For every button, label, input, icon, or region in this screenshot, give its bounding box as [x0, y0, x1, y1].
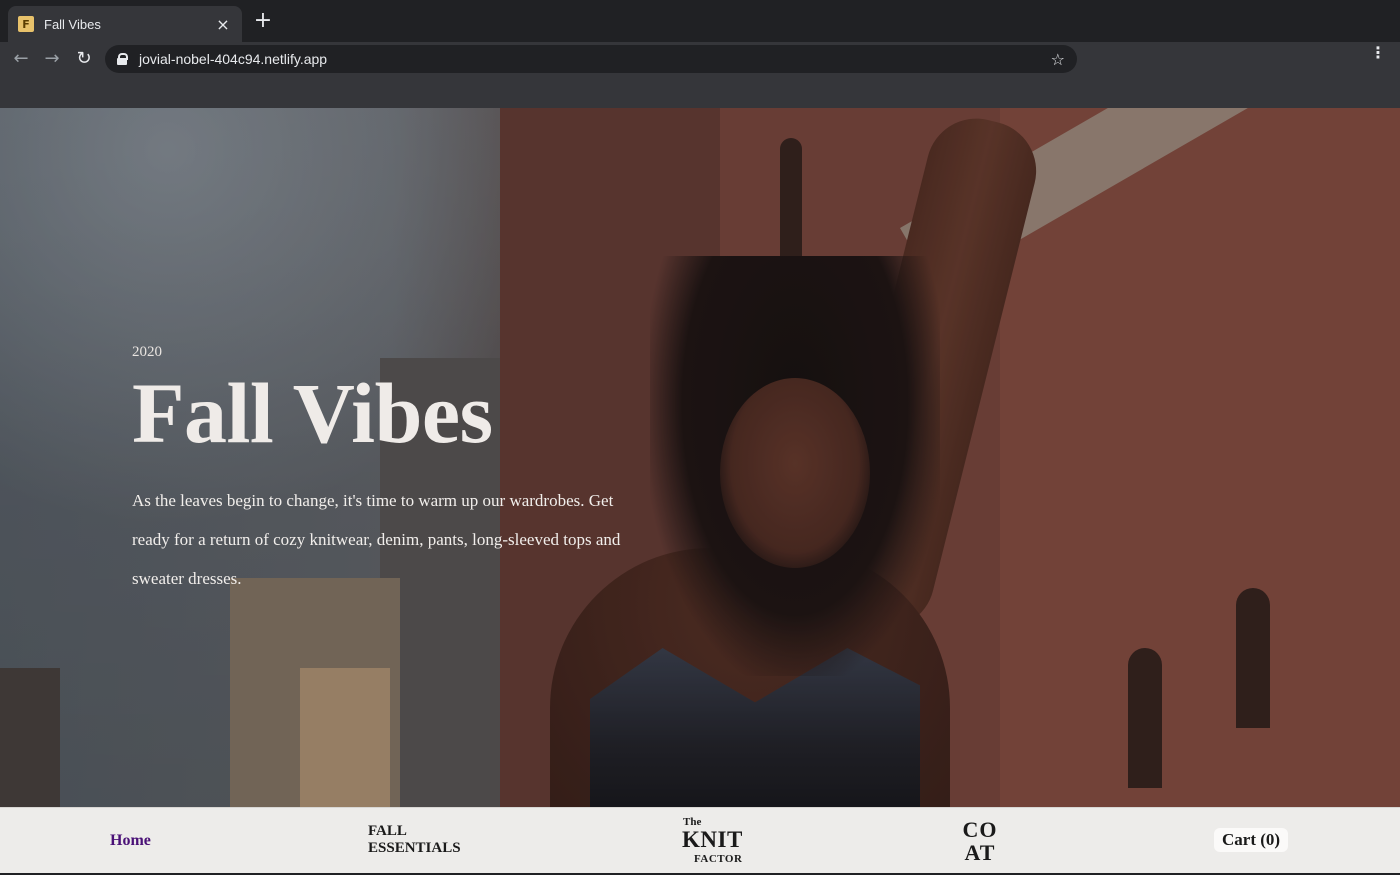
coat-logo[interactable]: CO AT: [960, 818, 1000, 864]
browser-tabstrip: F Fall Vibes × +: [0, 0, 1400, 42]
tab-title: Fall Vibes: [44, 16, 101, 32]
reload-icon[interactable]: ↻: [72, 48, 96, 70]
hero-section: 2020 Fall Vibes As the leaves begin to c…: [0, 108, 1400, 807]
hero-copy: 2020 Fall Vibes As the leaves begin to c…: [132, 344, 632, 598]
browser-toolbar: ← → ↻ jovial-nobel-404c94.netlify.app ☆ …: [0, 42, 1400, 108]
browser-menu-icon[interactable]: ⋮: [1370, 45, 1386, 68]
hero-title: Fall Vibes: [132, 365, 493, 461]
hero-description: As the leaves begin to change, it's time…: [132, 491, 621, 588]
nav-fall-line2: ESSENTIALS: [368, 840, 461, 856]
address-bar[interactable]: jovial-nobel-404c94.netlify.app ☆: [105, 45, 1077, 73]
new-tab-icon[interactable]: +: [252, 10, 274, 32]
bottom-nav: Home FALL ESSENTIALS The KNIT FACTOR CO …: [0, 807, 1400, 875]
close-tab-icon[interactable]: ×: [214, 15, 232, 34]
nav-home-link[interactable]: Home: [110, 832, 151, 850]
knit-logo-factor: FACTOR: [694, 853, 743, 865]
lock-icon: [117, 53, 128, 65]
coat-logo-line2: AT: [964, 840, 996, 865]
nav-fall-essentials-link[interactable]: FALL ESSENTIALS: [368, 823, 478, 857]
coat-logo-line1: CO: [962, 817, 998, 842]
back-icon[interactable]: ←: [9, 48, 33, 70]
bookmark-star-icon[interactable]: ☆: [1051, 50, 1065, 69]
nav-fall-line1: FALL: [368, 823, 407, 839]
forward-icon[interactable]: →: [40, 48, 64, 70]
knit-factor-logo[interactable]: The KNIT FACTOR: [682, 816, 752, 868]
cart-button[interactable]: Cart (0): [1214, 828, 1289, 852]
url-text: jovial-nobel-404c94.netlify.app: [139, 51, 328, 67]
hero-year: 2020: [132, 344, 162, 360]
knit-logo-knit: KNIT: [682, 827, 743, 852]
favicon-icon: F: [18, 16, 34, 32]
browser-tab[interactable]: F Fall Vibes ×: [8, 6, 242, 42]
